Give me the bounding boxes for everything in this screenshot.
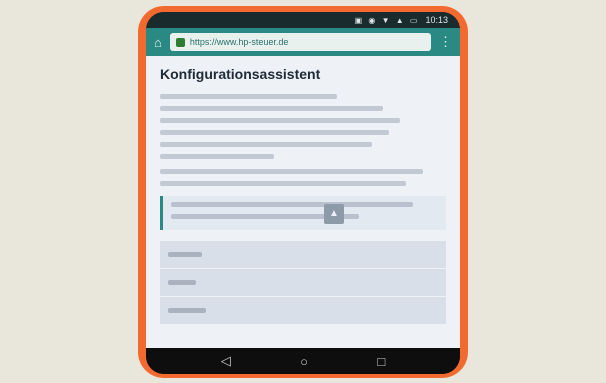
status-time: 10:13 [425,15,448,25]
list-item[interactable] [160,268,446,296]
lock-icon [175,37,185,47]
list-item[interactable] [160,296,446,324]
intro-paragraph [160,94,446,159]
web-content: Konfigurationsassistent ▲ [146,56,460,348]
list-item[interactable] [160,240,446,268]
home-nav-icon[interactable]: ○ [300,354,308,369]
page-title: Konfigurationsassistent [160,66,321,82]
recents-icon[interactable]: □ [377,354,385,369]
option-list [160,240,446,324]
smartphone: ▣ ◉ ▼ ▲ ▭ 10:13 ⌂ https://www.hp-steuer.… [138,6,468,378]
page-body: Konfigurationsassistent [146,56,460,348]
status-icons: ▣ ◉ ▼ ▲ ▭ [354,15,420,25]
status-bar: ▣ ◉ ▼ ▲ ▭ 10:13 [146,12,460,28]
scroll-to-top-button[interactable]: ▲ [324,204,344,224]
address-bar[interactable]: https://www.hp-steuer.de [169,33,431,51]
android-nav-bar: ◁ ○ □ [146,348,460,374]
home-icon[interactable]: ⌂ [154,35,162,50]
overflow-menu-icon[interactable]: ⋮ [439,34,452,50]
url-text: https://www.hp-steuer.de [189,37,289,47]
notice-box [160,196,446,230]
overview-paragraph [160,169,446,186]
back-icon[interactable]: ◁ [221,353,231,369]
browser-toolbar: ⌂ https://www.hp-steuer.de ⋮ [146,28,460,56]
notice-text [171,202,440,219]
phone-screen: ▣ ◉ ▼ ▲ ▭ 10:13 ⌂ https://www.hp-steuer.… [146,12,460,374]
